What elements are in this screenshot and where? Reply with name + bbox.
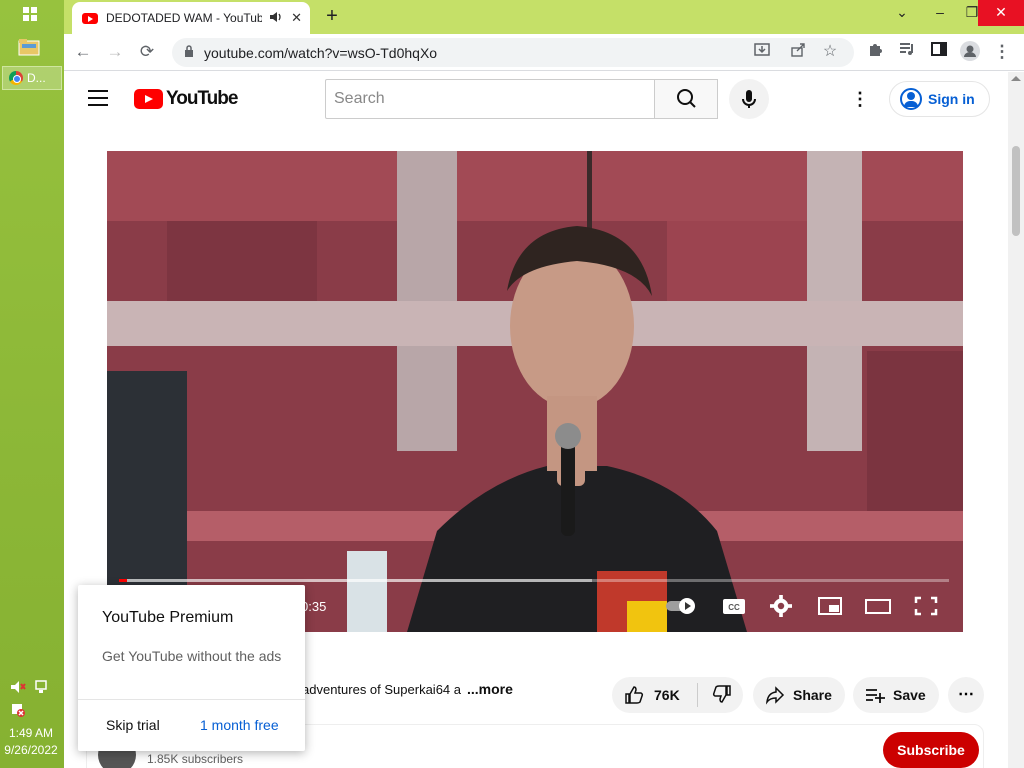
clock-time[interactable]: 1:49 AM: [0, 726, 62, 740]
save-label: Save: [893, 687, 926, 703]
taskbar-item-label: D...: [27, 71, 46, 85]
extensions-puzzle-icon[interactable]: [864, 41, 886, 63]
youtube-premium-popup: YouTube Premium Get YouTube without the …: [78, 585, 305, 751]
search-button[interactable]: [654, 79, 718, 119]
chrome-window: DEDOTADED WAM - YouTube ✕ + ⌄ – ❐ ✕ ← → …: [64, 0, 1024, 768]
tab-title: DEDOTADED WAM - YouTube: [106, 11, 262, 25]
notification-warning-icon[interactable]: [10, 702, 26, 717]
share-arrow-icon: [765, 686, 785, 705]
volume-muted-icon[interactable]: [10, 680, 26, 694]
new-tab-button[interactable]: +: [320, 6, 344, 28]
tab-youtube[interactable]: DEDOTADED WAM - YouTube ✕: [72, 2, 310, 34]
forward-arrow-icon[interactable]: →: [104, 41, 126, 63]
dislike-button[interactable]: [698, 684, 732, 707]
profile-avatar-icon[interactable]: [959, 41, 981, 63]
save-button[interactable]: Save: [853, 677, 939, 713]
browser-toolbar: ← → ⟳ youtube.com/watch?v=wsO-Td0hqXo ☆ …: [64, 34, 1024, 71]
settings-gear-icon[interactable]: [769, 595, 797, 617]
minimize-button[interactable]: –: [924, 0, 956, 26]
bookmark-star-icon[interactable]: ☆: [820, 42, 840, 62]
tab-search-chevron-icon[interactable]: ⌄: [886, 0, 918, 26]
audio-playing-icon[interactable]: [270, 11, 282, 26]
subscriber-count: 1.85K subscribers: [147, 752, 244, 766]
youtube-wordmark: YouTube: [166, 88, 238, 109]
progress-bar[interactable]: [119, 579, 949, 582]
search-icon: [677, 89, 696, 108]
description-text: adventures of Superkai64 a: [302, 682, 461, 697]
svg-text:CC: CC: [728, 603, 740, 612]
premium-title: YouTube Premium: [102, 609, 234, 626]
add-to-playlist-icon: [866, 689, 885, 703]
hamburger-menu-icon[interactable]: [88, 90, 108, 106]
network-icon[interactable]: [34, 680, 50, 694]
video-player[interactable]: 0:35 CC: [107, 151, 963, 632]
voice-search-button[interactable]: [729, 79, 769, 119]
clock-date[interactable]: 9/26/2022: [0, 743, 62, 757]
like-button[interactable]: 76K: [612, 683, 698, 707]
share-page-icon[interactable]: [788, 42, 808, 62]
account-icon: [900, 88, 922, 110]
lock-icon[interactable]: [184, 45, 194, 57]
media-control-icon[interactable]: [896, 41, 918, 63]
chrome-icon: [9, 71, 23, 85]
popup-divider: [78, 699, 305, 700]
settings-kebab-icon[interactable]: ⋮: [850, 88, 870, 110]
description-snippet[interactable]: adventures of Superkai64 a ...more: [302, 681, 513, 697]
fullscreen-icon[interactable]: [913, 595, 941, 617]
windows-icon: [23, 7, 37, 21]
tab-strip: DEDOTADED WAM - YouTube ✕ + ⌄ – ❐ ✕: [64, 0, 1024, 34]
share-button[interactable]: Share: [753, 677, 845, 713]
side-panel-icon[interactable]: [928, 41, 950, 63]
page-scrollbar[interactable]: [1008, 72, 1024, 768]
skip-trial-button[interactable]: Skip trial: [106, 717, 160, 733]
back-arrow-icon[interactable]: ←: [72, 41, 94, 63]
microphone-icon: [742, 90, 756, 108]
progress-loaded: [119, 579, 593, 582]
url-text[interactable]: youtube.com/watch?v=wsO-Td0hqXo: [204, 45, 437, 61]
share-label: Share: [793, 687, 832, 703]
progress-played: [119, 579, 128, 582]
more-actions-icon[interactable]: ⋯: [948, 677, 984, 713]
captions-cc-icon[interactable]: CC: [721, 595, 749, 617]
like-dislike-group: 76K: [612, 677, 743, 713]
system-tray: [8, 678, 56, 722]
show-desktop-icon[interactable]: [18, 38, 42, 58]
miniplayer-icon[interactable]: [817, 595, 845, 617]
theater-mode-icon[interactable]: [865, 595, 893, 617]
premium-subtitle: Get YouTube without the ads: [102, 648, 282, 664]
one-month-free-button[interactable]: 1 month free: [200, 717, 279, 733]
address-bar[interactable]: youtube.com/watch?v=wsO-Td0hqXo ☆: [172, 38, 854, 67]
desktop-taskbar: D... 1:49 AM 9/26/2022: [0, 0, 64, 768]
youtube-logo[interactable]: YouTube: [134, 88, 238, 110]
start-button[interactable]: [18, 6, 42, 26]
scrollbar-thumb[interactable]: [1012, 146, 1020, 236]
sign-in-button[interactable]: Sign in: [889, 81, 990, 117]
close-window-button[interactable]: ✕: [978, 0, 1024, 26]
like-count: 76K: [654, 687, 680, 703]
search-input[interactable]: [325, 79, 655, 119]
sign-in-label: Sign in: [928, 91, 975, 107]
youtube-page: YouTube ⋮ Sign in: [64, 72, 1008, 768]
show-more-link[interactable]: ...more: [467, 681, 513, 697]
browser-menu-icon[interactable]: ⋮: [991, 41, 1013, 63]
install-app-icon[interactable]: [752, 42, 772, 62]
reload-icon[interactable]: ⟳: [136, 41, 158, 63]
tab-close-icon[interactable]: ✕: [291, 10, 302, 26]
autoplay-toggle[interactable]: [665, 595, 695, 617]
scroll-up-arrow-icon[interactable]: [1011, 76, 1021, 81]
youtube-logo-icon: [134, 89, 163, 109]
thumbs-down-icon: [712, 684, 731, 703]
thumbs-up-icon: [625, 686, 644, 704]
taskbar-chrome-item[interactable]: D...: [2, 66, 62, 90]
speaker-figure: [407, 226, 747, 632]
subscribe-button[interactable]: Subscribe: [883, 732, 979, 768]
youtube-favicon-icon: [82, 12, 98, 24]
